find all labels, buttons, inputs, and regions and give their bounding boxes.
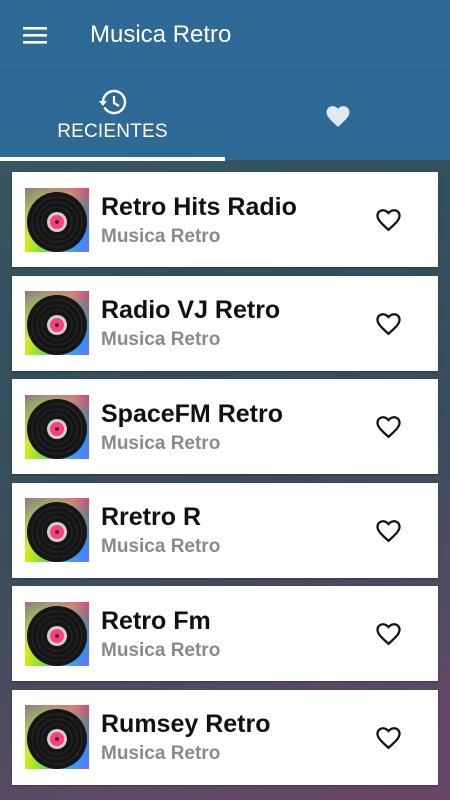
station-card[interactable]: Radio VJ Retro Musica Retro — [12, 275, 438, 371]
heart-outline-icon — [375, 623, 401, 646]
station-subtitle: Musica Retro — [101, 743, 221, 765]
station-subtitle: Musica Retro — [101, 225, 221, 247]
heart-outline-icon — [375, 416, 401, 439]
station-texts: Rumsey Retro Musica Retro — [101, 709, 366, 765]
station-name: Rretro R — [101, 503, 202, 532]
vinyl-record-icon — [25, 291, 89, 356]
vinyl-record-icon — [25, 601, 89, 666]
station-subtitle: Musica Retro — [101, 639, 221, 661]
station-name: Rumsey Retro — [101, 710, 271, 739]
station-texts: Retro Hits Radio Musica Retro — [101, 192, 366, 248]
vinyl-record-icon — [25, 498, 89, 563]
station-name: SpaceFM Retro — [101, 399, 283, 428]
station-card[interactable]: Retro Hits Radio Musica Retro — [12, 172, 438, 267]
station-card[interactable]: Retro Fm Musica Retro — [12, 586, 438, 682]
station-name: Retro Hits Radio — [101, 192, 297, 221]
station-artwork — [25, 291, 89, 356]
station-card[interactable]: Rumsey Retro Musica Retro — [12, 689, 438, 785]
heart-icon — [326, 106, 349, 127]
heart-outline-icon — [375, 519, 401, 543]
tab-favorites[interactable] — [225, 71, 450, 161]
station-texts: SpaceFM Retro Musica Retro — [101, 399, 366, 455]
station-texts: Rretro R Musica Retro — [101, 502, 366, 558]
station-name: Radio VJ Retro — [101, 296, 281, 325]
station-subtitle: Musica Retro — [101, 329, 221, 351]
vinyl-record-icon — [25, 705, 89, 770]
tab-bar: RECIENTES — [0, 70, 450, 161]
vinyl-record-icon — [25, 187, 89, 252]
app-bar: Musica Retro — [0, 0, 450, 70]
vinyl-record-icon — [25, 394, 89, 459]
station-name: Retro Fm — [101, 606, 211, 635]
station-card[interactable]: SpaceFM Retro Musica Retro — [12, 379, 438, 475]
station-artwork — [25, 394, 89, 459]
station-artwork — [25, 498, 89, 563]
station-artwork — [25, 187, 89, 252]
station-card[interactable]: Rretro R Musica Retro — [12, 482, 438, 578]
app-title: Musica Retro — [90, 21, 232, 48]
history-icon — [98, 89, 126, 115]
selected-tab-indicator — [0, 157, 225, 161]
station-list: Retro Hits Radio Musica Retro Radio VJ R… — [12, 172, 438, 794]
station-subtitle: Musica Retro — [101, 536, 221, 558]
favorite-button[interactable] — [366, 405, 410, 449]
favorite-button[interactable] — [366, 198, 410, 242]
favorite-button[interactable] — [366, 508, 410, 552]
favorite-button[interactable] — [366, 301, 410, 345]
station-subtitle: Musica Retro — [101, 432, 221, 454]
station-artwork — [25, 601, 89, 666]
favorite-button[interactable] — [366, 715, 410, 759]
hamburger-icon — [23, 27, 47, 44]
tab-recientes[interactable]: RECIENTES — [0, 71, 225, 161]
heart-outline-icon — [375, 727, 401, 750]
tab-label: RECIENTES — [57, 121, 168, 142]
station-artwork — [25, 705, 89, 770]
heart-outline-icon — [375, 209, 401, 232]
favorite-button[interactable] — [366, 612, 410, 656]
station-texts: Retro Fm Musica Retro — [101, 606, 366, 662]
station-texts: Radio VJ Retro Musica Retro — [101, 295, 366, 351]
menu-button[interactable] — [0, 0, 70, 70]
heart-outline-icon — [375, 312, 401, 335]
